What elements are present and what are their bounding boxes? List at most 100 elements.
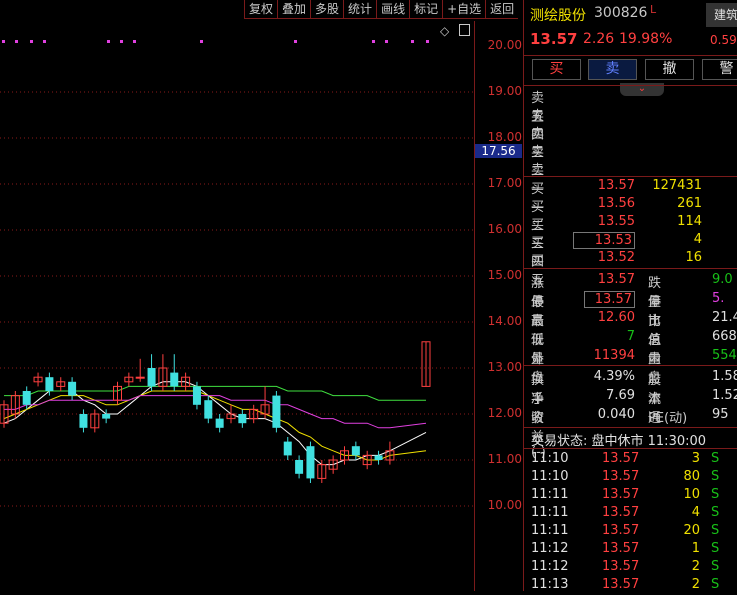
tick-side: S (711, 523, 720, 538)
candle-body (192, 386, 201, 405)
last-price: 13.57 (530, 30, 578, 48)
price-axis-label: 16.00 (487, 222, 522, 236)
order-price: 13.57 (597, 178, 635, 193)
tick-side: S (711, 541, 720, 556)
toolbar-button-adjust[interactable]: 复权 (244, 0, 278, 19)
stat-value: 13.57 (597, 272, 635, 287)
order-volume: 4 (693, 232, 702, 247)
candle-body (68, 381, 77, 396)
cancel-button[interactable]: 撤 (645, 59, 694, 80)
stat-value: 7.69 (606, 388, 635, 403)
candle-body (374, 455, 383, 460)
candle-body (295, 460, 304, 474)
divider (524, 55, 737, 56)
toolbar-button-back[interactable]: 返回 (485, 0, 519, 19)
divider (524, 85, 737, 86)
tick-price: 13.57 (602, 469, 640, 484)
order-volume: 114 (677, 214, 702, 229)
marker-dot (15, 40, 18, 43)
marker-dot (372, 40, 375, 43)
toolbar-button-multi[interactable]: 多股 (310, 0, 344, 19)
order-volume: 16 (685, 250, 702, 265)
candlesticks (0, 341, 431, 483)
toolbar-button-stats[interactable]: 统计 (343, 0, 377, 19)
divider (524, 176, 737, 177)
tick-time: 11:10 (531, 469, 569, 484)
stat-value: 9.0 (712, 272, 733, 287)
price-axis-label: 10.00 (487, 498, 522, 512)
price-axis-label: 20.00 (487, 38, 522, 52)
current-price-tag: 17.56 (475, 144, 522, 158)
stat-value: 7 (626, 329, 635, 344)
alert-button[interactable]: 警 (702, 59, 737, 80)
toolbar-button-overlay[interactable]: 叠加 (277, 0, 311, 19)
toolbar-button-add-watch[interactable]: +自选 (442, 0, 486, 19)
tick-price: 13.57 (602, 505, 640, 520)
tick-time: 11:11 (531, 505, 569, 520)
tick-volume: 2 (691, 559, 700, 574)
stat-value: 13.57 (584, 291, 635, 308)
stock-code: 300826 (594, 5, 648, 21)
tick-price: 13.57 (602, 451, 640, 466)
candle-body (135, 376, 145, 379)
order-price: 13.56 (597, 196, 635, 211)
price-axis-label: 12.00 (487, 406, 522, 420)
candle-body (283, 441, 292, 456)
toolbar-button-draw[interactable]: 画线 (376, 0, 410, 19)
axis-divider (474, 21, 475, 591)
marker-dot (200, 40, 203, 43)
stat-value: 5. (712, 291, 725, 306)
price-axis-label: 14.00 (487, 314, 522, 328)
candle-body (79, 414, 88, 428)
divider (524, 448, 737, 449)
sector-button[interactable]: 建筑 (706, 3, 737, 27)
tick-volume: 20 (683, 523, 700, 538)
tick-volume: 80 (683, 469, 700, 484)
stat-value: 21.4 (712, 310, 737, 325)
tick-volume: 4 (691, 505, 700, 520)
tick-time: 11:11 (531, 487, 569, 502)
order-price: 13.53 (573, 232, 635, 249)
stock-mark: L (650, 3, 657, 16)
diamond-icon[interactable]: ◇ (440, 24, 449, 38)
marker-dot (385, 40, 388, 43)
candle-body (45, 377, 54, 391)
candle-body (351, 446, 360, 456)
price-axis-label: 19.00 (487, 84, 522, 98)
price-axis-label: 17.00 (487, 176, 522, 190)
order-volume: 127431 (652, 178, 702, 193)
price-axis-label: 11.00 (487, 452, 522, 466)
tick-price: 13.57 (602, 559, 640, 574)
candle-body (272, 395, 281, 428)
stat-value: 12.60 (597, 310, 635, 325)
trade-status: 交易状态: 盘中休市 11:30:00 (531, 434, 707, 449)
stat-value: 4.39% (593, 369, 635, 384)
price-axis-label: 15.00 (487, 268, 522, 282)
stat-value: 95 (712, 407, 729, 422)
order-volume: 261 (677, 196, 702, 211)
panel-toggle-icon[interactable] (459, 24, 471, 36)
marker-dot (43, 40, 46, 43)
candle-body (306, 446, 315, 479)
stock-name: 测绘股份 (530, 8, 586, 24)
tick-time: 11:12 (531, 559, 569, 574)
tick-volume: 3 (691, 451, 700, 466)
tick-price: 13.57 (602, 541, 640, 556)
stat-value: 668 (712, 329, 737, 344)
marker-dot (107, 40, 110, 43)
kline-chart[interactable] (0, 0, 474, 591)
marker-dot (2, 40, 5, 43)
sell-button[interactable]: 卖 (588, 59, 637, 80)
buy-button[interactable]: 买 (532, 59, 581, 80)
stat-label: PE(动) (648, 411, 688, 426)
price-change-pct: 19.98% (619, 31, 673, 47)
tick-time: 11:12 (531, 541, 569, 556)
price-axis-label: 13.00 (487, 360, 522, 374)
tick-side: S (711, 451, 720, 466)
candle-body (102, 414, 111, 419)
tick-price: 13.57 (602, 487, 640, 502)
toolbar-button-mark[interactable]: 标记 (409, 0, 443, 19)
stat-value: 554 (712, 348, 737, 363)
tick-side: S (711, 469, 720, 484)
tick-time: 11:13 (531, 577, 569, 592)
